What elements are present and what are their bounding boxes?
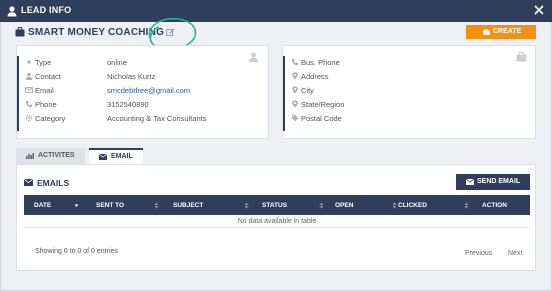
column-label: CLICKED bbox=[398, 202, 427, 209]
send-email-button[interactable]: SEND EMAIL bbox=[456, 174, 530, 190]
table-header: DATE SENT TO SUBJECT STATUS OPEN CLICKED… bbox=[24, 195, 530, 215]
sort-icon bbox=[319, 202, 324, 209]
sort-icon bbox=[154, 202, 159, 209]
tab-label: EMAIL bbox=[111, 153, 133, 160]
sort-desc-icon bbox=[74, 204, 79, 207]
row-label: Type bbox=[35, 58, 52, 67]
map-pin-icon bbox=[292, 72, 298, 80]
user-icon bbox=[7, 6, 17, 17]
company-name: SMART MONEY COACHING bbox=[28, 27, 165, 38]
briefcase-icon bbox=[516, 52, 527, 62]
business-card: Bus. Phone Address City State/Region Pos… bbox=[282, 45, 536, 139]
column-label: OPEN bbox=[335, 202, 354, 209]
column-clicked[interactable]: CLICKED bbox=[398, 195, 484, 215]
user-icon bbox=[25, 72, 33, 80]
row-label: Phone bbox=[35, 100, 57, 109]
column-label: SUBJECT bbox=[173, 202, 204, 209]
column-action: ACTION bbox=[482, 195, 530, 215]
row-label: Contact bbox=[35, 72, 61, 81]
tab-label: ACTIVITES bbox=[38, 152, 75, 159]
map-pin-icon bbox=[292, 86, 298, 94]
column-label: DATE bbox=[34, 202, 52, 209]
empty-table-text: No data available in table bbox=[237, 218, 317, 225]
gear-icon bbox=[25, 114, 33, 122]
envelope-icon bbox=[466, 179, 474, 185]
card-accent bbox=[17, 56, 19, 131]
envelope-icon bbox=[99, 154, 107, 160]
envelope-icon bbox=[24, 179, 33, 186]
row-value: online bbox=[107, 58, 128, 67]
column-label: SENT TO bbox=[96, 202, 125, 209]
dot-icon bbox=[27, 60, 31, 64]
briefcase-icon bbox=[483, 29, 490, 35]
window-title: LEAD INFO bbox=[21, 5, 72, 15]
empty-table-row: No data available in table bbox=[24, 215, 530, 228]
row-label: City bbox=[301, 86, 314, 95]
phone-icon bbox=[291, 58, 299, 66]
tab-email[interactable]: EMAIL bbox=[89, 148, 143, 164]
next-page-button[interactable]: Next bbox=[508, 250, 522, 257]
row-label: Category bbox=[35, 114, 66, 123]
row-label: Address bbox=[301, 72, 329, 81]
send-email-label: SEND EMAIL bbox=[477, 178, 521, 185]
column-status[interactable]: STATUS bbox=[256, 195, 331, 215]
emails-title: EMAILS bbox=[37, 178, 70, 188]
briefcase-icon bbox=[15, 27, 25, 37]
emails-panel: EMAILS SEND EMAIL DATE SENT TO SUBJECT S… bbox=[16, 164, 536, 271]
column-open[interactable]: OPEN bbox=[331, 195, 406, 215]
tag-icon bbox=[291, 114, 299, 122]
envelope-icon bbox=[25, 87, 33, 93]
row-label: Bus. Phone bbox=[301, 58, 340, 67]
create-button[interactable]: CREATE bbox=[466, 25, 536, 39]
close-icon bbox=[534, 5, 544, 15]
email-link[interactable]: smcdebtfree@gmail.com bbox=[107, 86, 190, 95]
column-sent-to[interactable]: SENT TO bbox=[86, 195, 166, 215]
column-date[interactable]: DATE bbox=[24, 195, 86, 215]
contact-card: Type online Contact Nicholas Kurtz Email… bbox=[16, 45, 269, 139]
row-label: Postal Code bbox=[301, 114, 342, 123]
card-accent bbox=[283, 56, 285, 131]
row-label: State/Region bbox=[301, 100, 345, 109]
row-label: Email bbox=[35, 86, 54, 95]
sort-icon bbox=[464, 202, 469, 209]
previous-page-button[interactable]: Previous bbox=[465, 250, 492, 257]
row-value: Accounting & Tax Consultants bbox=[107, 114, 207, 123]
sort-icon bbox=[392, 202, 397, 209]
tab-activities[interactable]: ACTIVITES bbox=[16, 148, 85, 164]
sort-icon bbox=[244, 202, 249, 209]
bar-chart-icon bbox=[26, 153, 34, 159]
column-label: STATUS bbox=[262, 202, 288, 209]
row-value: 3152540890 bbox=[107, 100, 149, 109]
user-icon bbox=[249, 52, 258, 62]
close-button[interactable] bbox=[532, 3, 546, 17]
edit-icon[interactable] bbox=[166, 28, 175, 37]
create-label: CREATE bbox=[493, 28, 522, 35]
title-bar: LEAD INFO bbox=[0, 0, 552, 22]
phone-icon bbox=[25, 100, 33, 108]
row-value: Nicholas Kurtz bbox=[107, 72, 156, 81]
column-label: ACTION bbox=[482, 202, 507, 209]
map-pin-icon bbox=[292, 100, 298, 108]
column-subject[interactable]: SUBJECT bbox=[166, 195, 256, 215]
table-info: Showing 0 to 0 of 0 entries bbox=[35, 248, 118, 255]
